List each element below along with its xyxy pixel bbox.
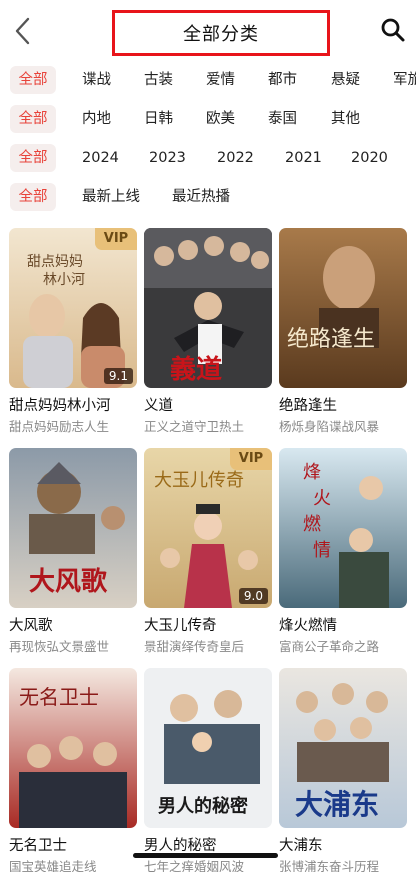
poster-image: 義道 [144, 228, 272, 388]
score-badge: 9.1 [103, 368, 133, 384]
card-subtitle: 正义之道守卫热土 [144, 419, 245, 434]
card-title: 大玉儿传奇 [144, 618, 217, 634]
poster-image: 绝路逢生 [279, 228, 407, 388]
filter-genre-military[interactable]: 军旅 [393, 66, 416, 94]
filter-year-2020[interactable]: 2020 [351, 144, 388, 172]
score-badge: 9.0 [238, 588, 268, 604]
svg-text:大浦东: 大浦东 [295, 788, 379, 821]
filter-region-japan-korea[interactable]: 日韩 [144, 105, 173, 133]
chevron-left-icon [15, 17, 30, 45]
card-subtitle: 景甜演绎传奇皇后 [144, 639, 245, 654]
poster-logo: 甜点妈妈 [27, 254, 83, 270]
filter-genre-costume[interactable]: 古装 [144, 66, 173, 94]
card-title: 甜点妈妈林小河 [9, 398, 111, 414]
svg-text:男人的秘密: 男人的秘密 [158, 795, 248, 817]
filter-genre-all[interactable]: 全部 [10, 66, 56, 94]
card-subtitle: 杨烁身陷谍战风暴 [279, 419, 380, 434]
search-icon [381, 18, 405, 42]
card-subtitle: 甜点妈妈励志人生 [9, 419, 110, 434]
filter-year-all[interactable]: 全部 [10, 144, 56, 172]
svg-text:火: 火 [313, 488, 331, 509]
poster-image: 大玉儿传奇 VIP 9.0 [144, 448, 272, 608]
vip-badge: VIP [230, 448, 272, 470]
filter-genre-urban[interactable]: 都市 [268, 66, 297, 94]
poster-image: 甜点妈妈 林小河 VIP 9.1 [9, 228, 137, 388]
filter-year-2021[interactable]: 2021 [285, 144, 322, 172]
poster-image: 大风歌 [9, 448, 137, 608]
card-subtitle: 富商公子革命之路 [279, 639, 380, 654]
filter-sort-all[interactable]: 全部 [10, 183, 56, 211]
svg-text:義道: 義道 [170, 354, 222, 385]
svg-text:绝路逢生: 绝路逢生 [287, 327, 375, 352]
filter-sort-newest[interactable]: 最新上线 [82, 183, 140, 211]
svg-text:大风歌: 大风歌 [29, 567, 108, 597]
home-indicator[interactable] [133, 853, 278, 858]
svg-text:林小河: 林小河 [43, 272, 85, 288]
card-subtitle: 再现恢弘文景盛世 [9, 639, 110, 654]
filter-genre-suspense[interactable]: 悬疑 [331, 66, 360, 94]
svg-text:大玉儿传奇: 大玉儿传奇 [154, 470, 244, 491]
filter-region-mainland[interactable]: 内地 [82, 105, 111, 133]
poster-image: 男人的秘密 [144, 668, 272, 828]
filter-year-2023[interactable]: 2023 [149, 144, 186, 172]
card-subtitle: 七年之痒婚姻风波 [144, 859, 245, 872]
poster-image: 大浦东 [279, 668, 407, 828]
top-bar: 全部分类 [0, 0, 416, 62]
filter-region-thailand[interactable]: 泰国 [268, 105, 297, 133]
svg-text:燃: 燃 [303, 514, 321, 535]
back-button[interactable] [10, 14, 36, 48]
svg-text:情: 情 [313, 540, 331, 561]
card-title: 义道 [144, 398, 173, 414]
page-title: 全部分类 [183, 24, 259, 45]
card-title: 烽火燃情 [279, 618, 337, 634]
card-subtitle: 张博浦东奋斗历程 [279, 859, 380, 872]
poster-image: 烽 火 燃 情 [279, 448, 407, 608]
filter-year-2024[interactable]: 2024 [82, 144, 119, 172]
page-title-box: 全部分类 [112, 10, 330, 56]
filter-year-2022[interactable]: 2022 [217, 144, 254, 172]
filter-row-region: 全部 内地 日韩 欧美 泰国 其他 [0, 105, 416, 133]
filter-genre-espionage[interactable]: 谍战 [82, 66, 111, 94]
filter-genre-romance[interactable]: 爱情 [206, 66, 235, 94]
search-button[interactable] [380, 17, 406, 43]
filter-sort-hot[interactable]: 最近热播 [172, 183, 230, 211]
svg-text:无名卫士: 无名卫士 [19, 685, 99, 709]
poster-image: 无名卫士 [9, 668, 137, 828]
card-title: 大浦东 [279, 838, 323, 854]
card-title: 大风歌 [9, 618, 53, 634]
card-title: 绝路逢生 [279, 398, 337, 414]
filter-row-sort: 全部 最新上线 最近热播 [0, 183, 416, 211]
filter-region-western[interactable]: 欧美 [206, 105, 235, 133]
filter-region-all[interactable]: 全部 [10, 105, 56, 133]
filter-region-other[interactable]: 其他 [331, 105, 360, 133]
filter-row-genre: 全部 谍战 古装 爱情 都市 悬疑 军旅 [0, 66, 416, 94]
card-subtitle: 国宝英雄追走线 [9, 859, 97, 872]
card-title: 男人的秘密 [144, 838, 217, 854]
filter-row-year: 全部 2024 2023 2022 2021 2020 [0, 144, 416, 172]
card-title: 无名卫士 [9, 838, 67, 854]
vip-badge: VIP [95, 228, 137, 250]
svg-text:烽: 烽 [303, 462, 321, 483]
